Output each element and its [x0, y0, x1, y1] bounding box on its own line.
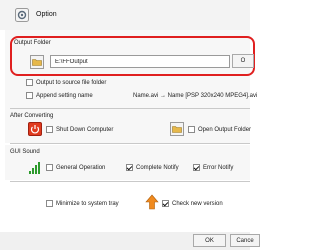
shutdown-checkbox[interactable]: [46, 126, 53, 133]
complete-notify-label: Complete Notify: [136, 164, 179, 171]
window-title: Option: [36, 11, 57, 18]
gear-icon: [15, 8, 29, 22]
complete-notify-option[interactable]: Complete Notify: [126, 164, 179, 171]
shutdown-label: Shut Down Computer: [56, 126, 114, 133]
error-notify-label: Error Notify: [203, 164, 234, 171]
folder-icon: [30, 55, 44, 69]
append-setting-checkbox[interactable]: [26, 92, 33, 99]
power-icon: [28, 122, 42, 136]
divider: [10, 181, 250, 182]
output-folder-title: Output Folder: [14, 40, 51, 46]
output-to-source-label: Output to source file folder: [36, 79, 107, 86]
check-version-option[interactable]: Check new version: [162, 200, 223, 207]
folder-icon: [170, 122, 184, 136]
append-setting-option[interactable]: Append setting name: [26, 92, 93, 99]
open-output-folder-checkbox[interactable]: [188, 126, 195, 133]
divider: [10, 143, 250, 144]
minimize-tray-option[interactable]: Minimize to system tray: [46, 200, 119, 207]
complete-notify-checkbox[interactable]: [126, 164, 133, 171]
output-to-source-checkbox[interactable]: [26, 79, 33, 86]
browse-button[interactable]: O: [232, 54, 254, 68]
check-version-checkbox[interactable]: [162, 200, 169, 207]
minimize-tray-checkbox[interactable]: [46, 200, 53, 207]
general-operation-checkbox[interactable]: [46, 164, 53, 171]
up-arrow-icon: [145, 194, 159, 210]
shutdown-option[interactable]: Shut Down Computer: [46, 126, 113, 133]
volume-bars-icon: [29, 162, 40, 174]
ok-button[interactable]: OK: [193, 234, 226, 247]
general-operation-option[interactable]: General Operation: [46, 164, 105, 171]
minimize-tray-label: Minimize to system tray: [56, 200, 119, 207]
open-output-folder-label: Open Output Folder: [198, 126, 252, 133]
divider: [10, 108, 250, 109]
output-to-source-option[interactable]: Output to source file folder: [26, 79, 106, 86]
error-notify-checkbox[interactable]: [193, 164, 200, 171]
naming-example-text: Name.avi → Name [PSP 320x240 MPEG4].avi: [133, 93, 258, 99]
append-setting-label: Append setting name: [36, 92, 93, 99]
gui-sound-title: GUI Sound: [10, 149, 40, 155]
general-operation-label: General Operation: [56, 164, 106, 171]
error-notify-option[interactable]: Error Notify: [193, 164, 233, 171]
output-folder-path-input[interactable]: [50, 55, 230, 68]
after-converting-title: After Converting: [10, 113, 54, 119]
check-version-label: Check new version: [172, 200, 223, 207]
cancel-button[interactable]: Cance: [230, 234, 260, 247]
open-output-folder-option[interactable]: Open Output Folder: [188, 126, 251, 133]
